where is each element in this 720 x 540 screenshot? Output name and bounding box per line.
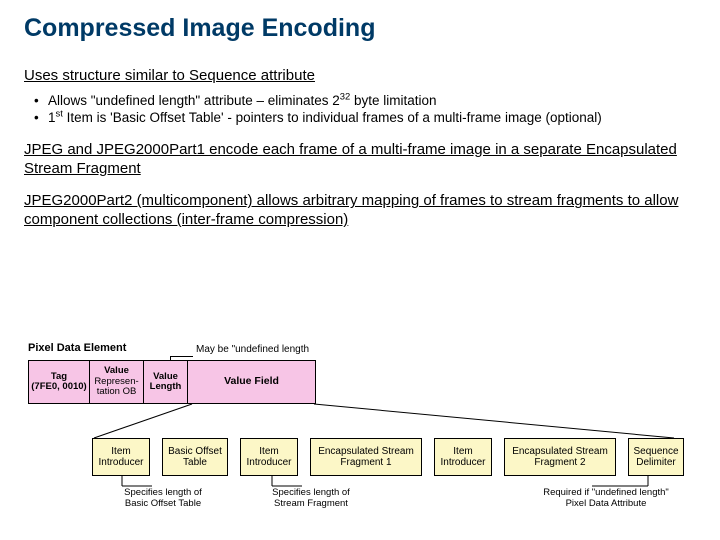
paragraph-2: JPEG and JPEG2000Part1 encode each frame… [24,141,696,179]
basic-offset-table: Basic Offset Table [162,438,228,476]
vr-l3: tation OB [97,387,137,397]
undefined-length-label: May be "undefined length [196,344,309,355]
bullet-2: • 1st Item is 'Basic Offset Table' - poi… [34,109,696,127]
item-introducer-2: Item Introducer [240,438,298,476]
bullet-1-pre: Allows "undefined length" attribute – el… [48,93,340,108]
tag-l2: (7FE0, 0010) [31,382,86,392]
vl-l2: Length [150,382,182,392]
stream-fragment-1: Encapsulated Stream Fragment 1 [310,438,422,476]
vl-box: Value Length [144,360,188,404]
paragraph-1: Uses structure similar to Sequence attri… [24,67,696,86]
tag-box: Tag (7FE0, 0010) [28,360,90,404]
top-row: Tag (7FE0, 0010) Value Represen- tation … [28,360,316,404]
caption-1: Specifies length of Basic Offset Table [118,488,208,510]
slide-title: Compressed Image Encoding [24,14,696,43]
vf-box: Value Field [188,360,316,404]
caption-2: Specifies length of Stream Fragment [266,488,356,510]
pixel-data-label: Pixel Data Element [28,342,126,354]
bullet-1-sup: 32 [340,91,351,102]
vr-box: Value Represen- tation OB [90,360,144,404]
sequence-delimiter: Sequence Delimiter [628,438,684,476]
item-introducer-1: Item Introducer [92,438,150,476]
bullet-2-sup: st [56,109,63,120]
bottom-row: Item Introducer Basic Offset Table Item … [92,438,684,476]
bullet-2-post: Item is 'Basic Offset Table' - pointers … [63,110,602,125]
diagram: Pixel Data Element May be "undefined len… [24,338,696,528]
paragraph-3: JPEG2000Part2 (multicomponent) allows ar… [24,192,696,230]
item-introducer-3: Item Introducer [434,438,492,476]
bullet-list: • Allows "undefined length" attribute – … [34,92,696,127]
bullet-1-post: byte limitation [350,93,436,108]
vf-label: Value Field [224,376,279,388]
stream-fragment-2: Encapsulated Stream Fragment 2 [504,438,616,476]
caption-3: Required if "undefined length" Pixel Dat… [536,488,676,510]
bullet-2-pre: 1 [48,110,56,125]
bullet-1: • Allows "undefined length" attribute – … [34,92,696,110]
